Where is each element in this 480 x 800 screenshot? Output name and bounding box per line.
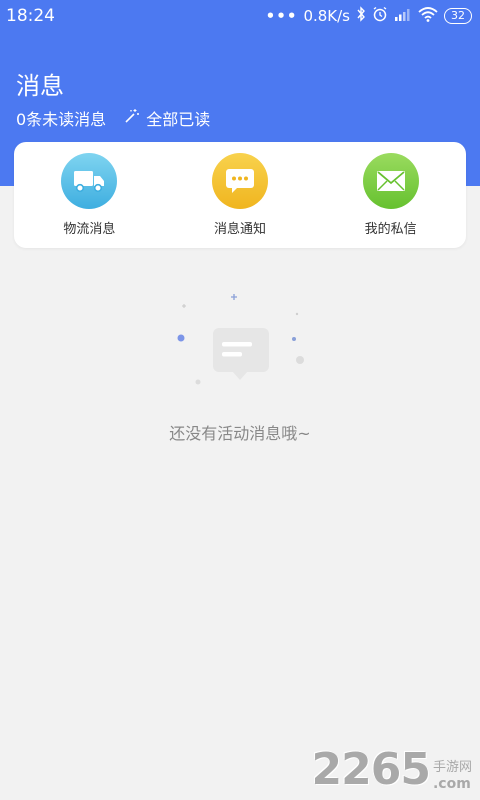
signal-icon	[394, 7, 412, 25]
category-private-message[interactable]: 我的私信	[315, 142, 466, 248]
truck-icon	[61, 153, 118, 209]
category-label: 我的私信	[364, 222, 417, 237]
category-label: 消息通知	[214, 222, 267, 237]
status-time: 18:24	[6, 6, 55, 26]
read-all-label: 全部已读	[146, 110, 211, 129]
watermark-com: .com	[432, 776, 471, 792]
status-bar: 18:24 ••• 0.8K/s 32	[0, 0, 480, 34]
message-categories: 物流消息 消息通知 我的私信	[14, 142, 466, 248]
chat-bubble-icon	[212, 153, 268, 209]
bluetooth-icon	[356, 6, 366, 26]
mail-icon	[362, 153, 419, 209]
category-label: 物流消息	[63, 222, 116, 237]
network-speed: 0.8K/s	[303, 7, 350, 25]
status-icons: ••• 0.8K/s 32	[266, 6, 472, 26]
watermark-cn: 手游网	[432, 760, 472, 775]
watermark-side: 手游网 .com	[433, 760, 472, 792]
unread-count: 0条未读消息	[16, 110, 107, 129]
more-dots: •••	[265, 7, 298, 25]
empty-state-illustration	[160, 280, 320, 400]
read-all-button[interactable]: 全部已读	[124, 106, 210, 130]
watermark-number: 2265	[311, 744, 431, 795]
empty-state-text: 还没有活动消息哦~	[169, 424, 311, 443]
battery-icon: 32	[444, 8, 472, 24]
header-subrow: 0条未读消息 全部已读	[16, 106, 210, 130]
site-watermark: 2265 手游网 .com	[311, 744, 472, 795]
alarm-icon	[372, 6, 388, 26]
category-notification[interactable]: 消息通知	[165, 142, 316, 248]
wifi-icon	[418, 6, 438, 26]
page-title: 消息	[16, 72, 64, 100]
category-logistics[interactable]: 物流消息	[14, 142, 165, 248]
magic-wand-icon	[124, 108, 146, 128]
